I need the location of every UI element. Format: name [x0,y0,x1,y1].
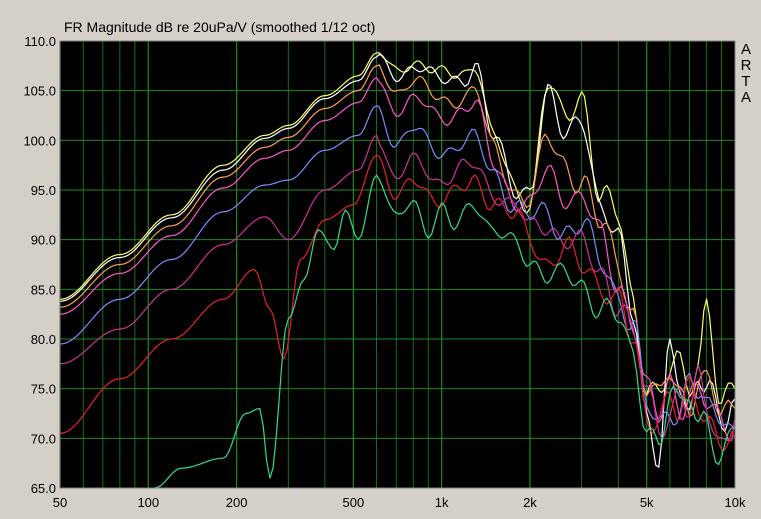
fr-chart: 110.0 105.0 100.0 95.0 90.0 85.0 80.0 75.0 70.0 6… [23,19,752,510]
y-tick-label: 110.0 [24,34,56,49]
y-tick-label: 90.0 [31,233,56,248]
x-tick-label: 500 [342,495,364,510]
chart-title: FR Magnitude dB re 20uPa/V (smoothed 1/1… [64,19,375,35]
y-tick-label: 65.0 [31,481,56,496]
brand-letter: A [741,41,751,58]
x-tick-label: 1k [435,495,449,510]
x-tick-label: 50 [53,495,67,510]
y-tick-label: 85.0 [31,282,56,297]
y-tick-labels: 110.0 105.0 100.0 95.0 90.0 85.0 80.0 75.0 70.0 6… [23,34,56,496]
y-tick-label: 80.0 [31,332,56,347]
arta-brand: ARTA [741,41,752,106]
y-tick-label: 70.0 [31,431,56,446]
x-tick-label: 2k [523,495,537,510]
x-tick-labels: 50 100 200 500 1k 2k 5k 10k [53,495,746,510]
x-tick-label: 200 [226,495,248,510]
brand-letter: A [741,89,751,106]
y-tick-label: 95.0 [31,183,56,198]
y-tick-label: 105.0 [23,84,56,99]
y-tick-label: 75.0 [31,382,56,397]
x-tick-label: 100 [137,495,159,510]
brand-letter: R [741,57,752,74]
y-tick-label: 100.0 [23,133,56,148]
plot-background [60,41,735,488]
brand-letter: T [741,73,750,90]
x-tick-label: 5k [640,495,654,510]
x-tick-label: 10k [725,495,746,510]
